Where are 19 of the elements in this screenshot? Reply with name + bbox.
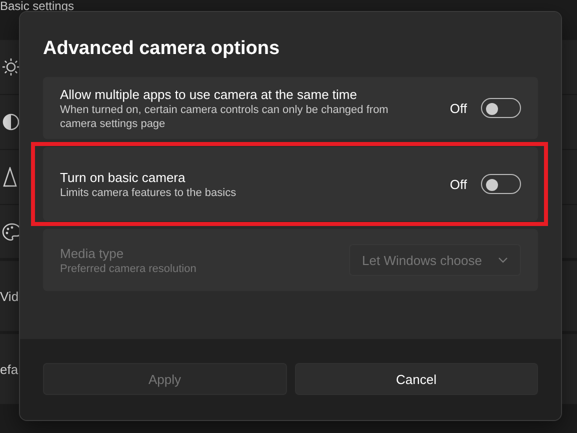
setting-description: When turned on, certain camera controls can only be changed from camera settings page [60,102,390,130]
toggle-state: Off [450,100,467,116]
sun-icon [2,58,20,76]
section-heading: Basic settings [0,0,76,15]
triangle-icon [2,167,18,187]
row-label: efa [0,362,18,376]
toggle-state: Off [450,176,467,192]
toggle-switch[interactable] [481,98,521,118]
row-label: Vid [0,288,19,304]
dialog-button[interactable]: Cancel [294,363,538,395]
chevron-down-icon [498,257,508,263]
contrast-icon [2,113,20,131]
setting-description: Limits camera features to the basics [60,186,238,200]
setting-title: Turn on basic camera [60,168,186,186]
setting-title: Media type [60,244,125,262]
setting-title: Allow multiple apps to use camera at the same time [60,86,358,102]
toggle-switch[interactable] [481,174,521,194]
dialog-title: Advanced camera options [43,38,281,60]
setting-description: Preferred camera resolution [60,262,198,276]
